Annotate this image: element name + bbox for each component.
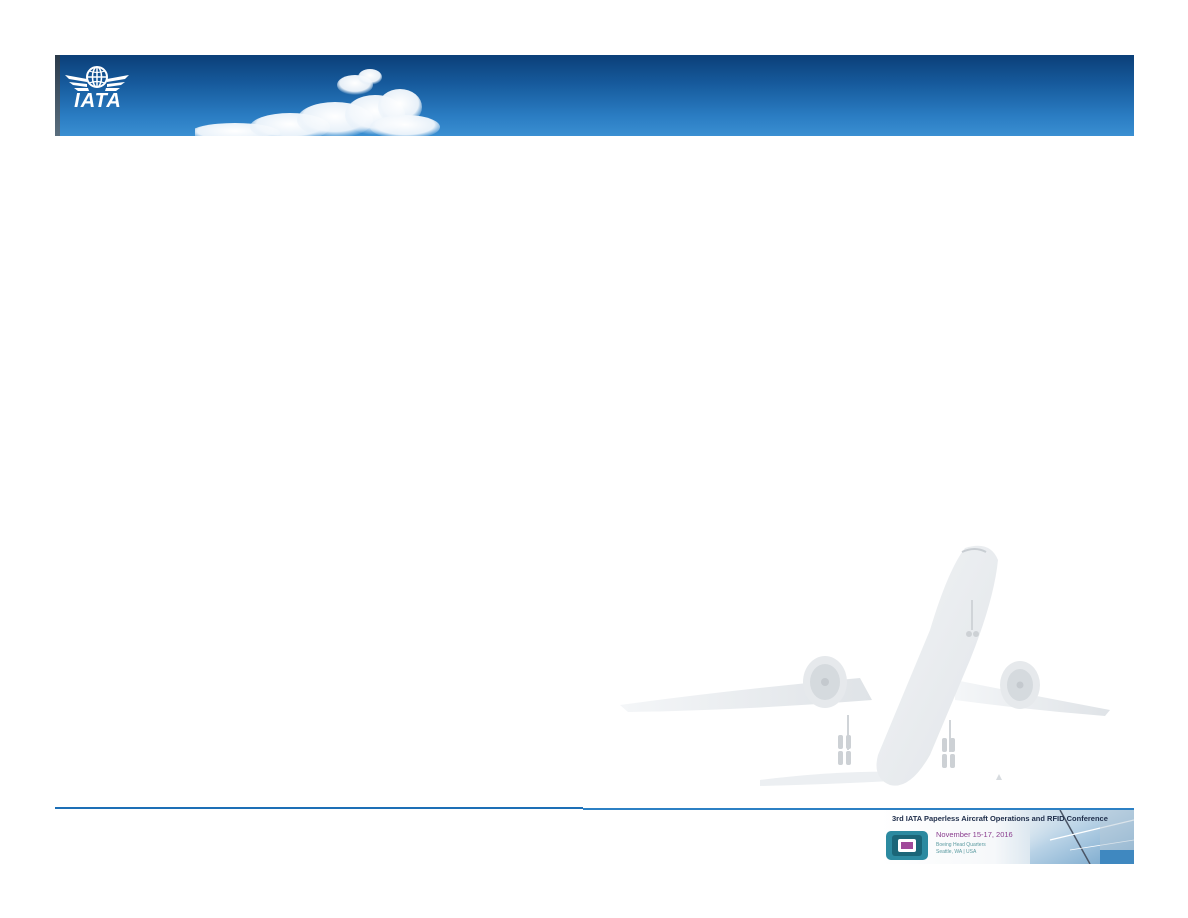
conference-banner: 3rd IATA Paperless Aircraft Operations a… — [880, 810, 1134, 864]
slide: IATA 3rd IATA Paperless Aircraft Operati… — [0, 0, 1188, 918]
conference-venue: Boeing Head Quarters — [936, 842, 986, 848]
header-banner: IATA — [55, 55, 1134, 136]
airplane-watermark-icon — [620, 545, 1110, 786]
footer-divider-left — [55, 807, 583, 809]
rfid-chip-icon — [886, 831, 928, 860]
clouds-decoration — [195, 69, 440, 136]
conference-title: 3rd IATA Paperless Aircraft Operations a… — [892, 814, 1108, 823]
iata-logo-text: IATA — [74, 90, 122, 112]
conference-location: Seattle, WA | USA — [936, 849, 977, 855]
conference-date: November 15-17, 2016 — [936, 830, 1013, 839]
header-edge — [55, 55, 60, 136]
